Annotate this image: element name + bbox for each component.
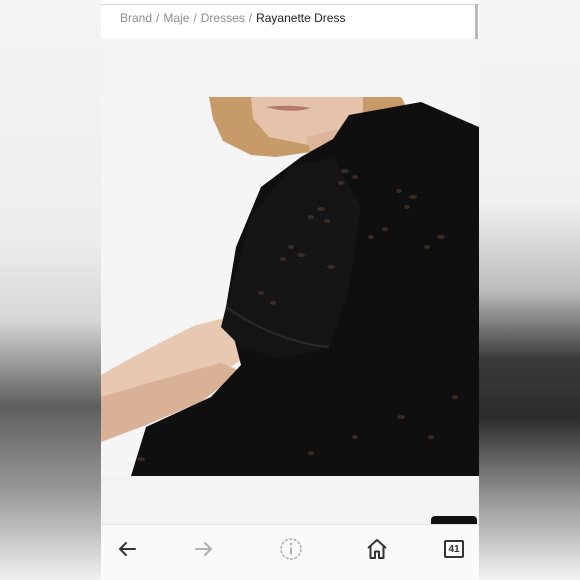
tabs-button[interactable]: 41 [439,534,469,564]
home-button[interactable] [362,534,392,564]
page-info-button[interactable] [276,534,306,564]
forward-arrow-icon [195,542,212,556]
back-arrow-icon [119,542,136,556]
breadcrumb-separator: / [156,11,160,25]
breadcrumb: Brand / Maje / Dresses / Rayanette Dress [120,11,345,27]
forward-button[interactable] [189,534,219,564]
product-image-gallery[interactable] [101,39,479,566]
breadcrumb-item-brand[interactable]: Brand [120,11,152,27]
breadcrumb-separator: / [193,11,197,25]
phone-screen: Brand / Maje / Dresses / Rayanette Dress [101,0,479,580]
breadcrumb-item-dresses[interactable]: Dresses [201,11,245,27]
breadcrumb-current: Rayanette Dress [256,11,346,25]
info-icon [280,538,302,560]
header-divider [101,4,479,5]
blurred-background-right [479,0,580,580]
back-button[interactable] [112,534,142,564]
blurred-background-left [0,0,101,580]
browser-toolbar: 41 [101,525,479,580]
breadcrumb-separator: / [248,11,253,25]
tabs-count-badge: 41 [444,540,464,558]
breadcrumb-item-maje[interactable]: Maje [163,11,189,27]
home-icon [367,539,387,559]
product-photo[interactable] [101,97,479,476]
